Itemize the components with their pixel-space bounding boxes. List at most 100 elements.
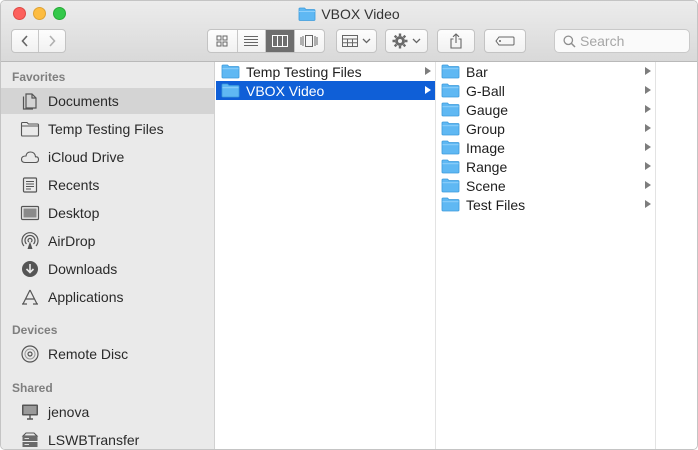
disclosure-arrow-icon xyxy=(645,181,651,189)
folder-icon xyxy=(441,121,460,136)
cover-flow-icon xyxy=(300,35,318,47)
window-title: VBOX Video xyxy=(321,6,400,22)
window-title-bar: VBOX Video xyxy=(1,4,697,24)
airdrop-icon xyxy=(21,232,39,249)
disclosure-arrow-icon xyxy=(645,200,651,208)
list-item-label: Range xyxy=(466,158,508,175)
recents-icon xyxy=(22,177,38,193)
list-item-bar[interactable]: Bar xyxy=(436,62,655,81)
list-item-label: Image xyxy=(466,139,505,156)
disclosure-arrow-icon xyxy=(645,143,651,151)
folder-icon xyxy=(441,178,460,193)
forward-button[interactable] xyxy=(39,30,65,52)
list-item-test-files[interactable]: Test Files xyxy=(436,195,655,214)
tags-button[interactable] xyxy=(484,29,526,53)
list-item-gauge[interactable]: Gauge xyxy=(436,100,655,119)
search-placeholder: Search xyxy=(580,33,625,49)
cloud-icon xyxy=(20,151,40,164)
search-icon xyxy=(563,35,576,48)
folder-icon xyxy=(441,159,460,174)
arrange-grid-icon xyxy=(342,35,358,47)
sidebar-item-documents[interactable]: Documents xyxy=(1,88,214,114)
icon-view-button[interactable] xyxy=(208,30,238,52)
sidebar-item-applications[interactable]: Applications xyxy=(1,284,214,310)
disclosure-arrow-icon xyxy=(425,67,431,75)
sidebar-item-lswbtransfer[interactable]: LSWBTransfer xyxy=(1,427,214,449)
list-item-scene[interactable]: Scene xyxy=(436,176,655,195)
search-field[interactable]: Search xyxy=(554,29,690,53)
sidebar-section-devices: Devices xyxy=(12,323,58,337)
chevron-right-icon xyxy=(49,35,56,47)
sidebar-item-label: Desktop xyxy=(48,205,100,221)
sidebar-item-downloads[interactable]: Downloads xyxy=(1,256,214,282)
action-button[interactable] xyxy=(385,29,428,53)
folder-icon xyxy=(441,140,460,155)
disc-icon xyxy=(21,345,39,363)
sidebar-item-remote-disc[interactable]: Remote Disc xyxy=(1,341,214,367)
sidebar-item-desktop[interactable]: Desktop xyxy=(1,200,214,226)
disclosure-arrow-icon xyxy=(425,86,431,94)
applications-icon xyxy=(22,289,38,305)
sidebar-item-recents[interactable]: Recents xyxy=(1,172,214,198)
sidebar-item-label: jenova xyxy=(48,404,90,420)
cover-flow-button[interactable] xyxy=(295,30,324,52)
list-item-group[interactable]: Group xyxy=(436,119,655,138)
folder-icon xyxy=(441,197,460,212)
toolbar: VBOX Video Search xyxy=(1,1,697,62)
disclosure-arrow-icon xyxy=(645,105,651,113)
column-view-button[interactable] xyxy=(266,30,295,52)
sidebar-item-jenova[interactable]: jenova xyxy=(1,399,214,425)
disclosure-arrow-icon xyxy=(645,124,651,132)
sidebar-section-shared: Shared xyxy=(12,381,53,395)
browser-column-2: Bar G-Ball Gauge Group Image Range Scene… xyxy=(436,62,656,449)
sidebar-item-label: Recents xyxy=(48,177,100,193)
column-view-icon xyxy=(271,35,288,47)
sidebar-item-label: Temp Testing Files xyxy=(48,121,164,137)
list-item-temp-testing-files[interactable]: Temp Testing Files xyxy=(216,62,435,81)
back-button[interactable] xyxy=(12,30,39,52)
arrange-button[interactable] xyxy=(336,29,377,53)
list-item-vbox-video[interactable]: VBOX Video xyxy=(216,81,435,100)
disclosure-arrow-icon xyxy=(645,162,651,170)
icon-view-icon xyxy=(216,35,228,47)
sidebar-item-temp-testing-files[interactable]: Temp Testing Files xyxy=(1,116,214,142)
sidebar-item-icloud-drive[interactable]: iCloud Drive xyxy=(1,144,214,170)
documents-icon xyxy=(22,93,37,110)
share-button[interactable] xyxy=(437,29,475,53)
chevron-down-icon xyxy=(362,38,371,44)
sidebar-item-label: iCloud Drive xyxy=(48,149,125,165)
chevron-down-icon xyxy=(412,38,421,44)
folder-icon xyxy=(221,83,240,98)
list-item-label: Group xyxy=(466,120,505,137)
computer-icon xyxy=(22,404,38,420)
sidebar-item-label: LSWBTransfer xyxy=(48,432,140,448)
downloads-icon xyxy=(22,261,38,277)
browser-column-3 xyxy=(656,62,697,449)
list-item-label: VBOX Video xyxy=(246,82,325,99)
list-item-label: Scene xyxy=(466,177,506,194)
navigation-buttons xyxy=(11,29,66,53)
tag-icon xyxy=(495,36,515,46)
list-item-range[interactable]: Range xyxy=(436,157,655,176)
list-view-icon xyxy=(244,36,259,46)
sidebar-item-airdrop[interactable]: AirDrop xyxy=(1,228,214,254)
list-item-image[interactable]: Image xyxy=(436,138,655,157)
folder-icon xyxy=(221,64,240,79)
sidebar-section-favorites: Favorites xyxy=(12,70,66,84)
sidebar-item-label: Downloads xyxy=(48,261,118,277)
folder-icon xyxy=(441,102,460,117)
sidebar-item-label: Remote Disc xyxy=(48,346,129,362)
list-view-button[interactable] xyxy=(238,30,267,52)
browser-column-1: Temp Testing Files VBOX Video xyxy=(216,62,436,449)
desktop-icon xyxy=(20,205,40,221)
folder-icon xyxy=(441,83,460,98)
list-item-g-ball[interactable]: G-Ball xyxy=(436,81,655,100)
finder-window: VBOX Video Search Favorites Documents Te… xyxy=(0,0,698,450)
list-item-label: Test Files xyxy=(466,196,526,213)
list-item-label: Bar xyxy=(466,63,488,80)
folder-icon xyxy=(20,121,40,137)
disclosure-arrow-icon xyxy=(645,86,651,94)
chevron-left-icon xyxy=(21,35,28,47)
list-item-label: Gauge xyxy=(466,101,509,118)
list-item-label: Temp Testing Files xyxy=(246,63,362,80)
